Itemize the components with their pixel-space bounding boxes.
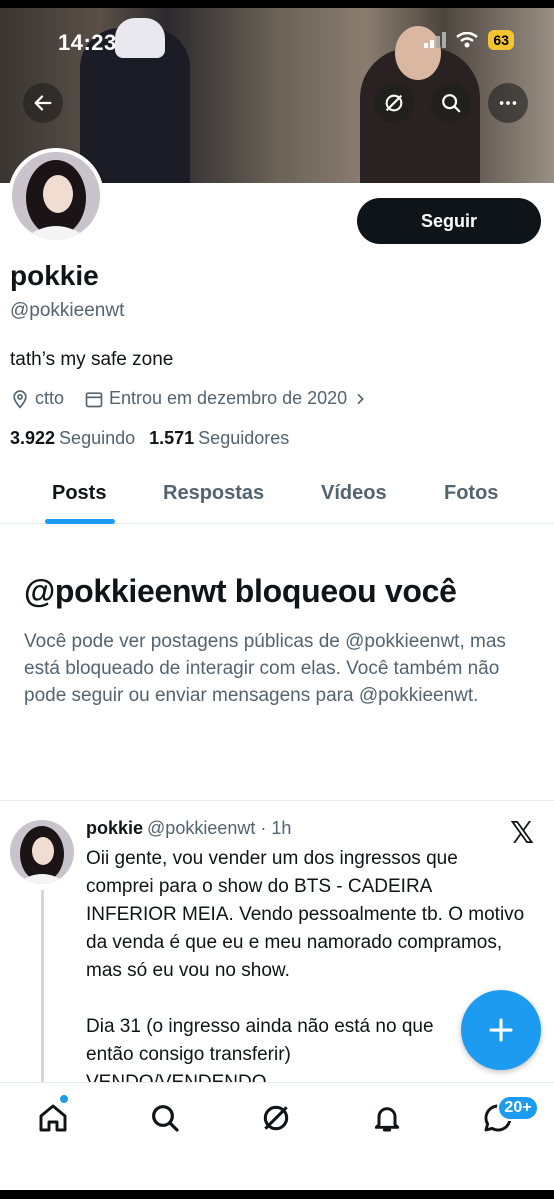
tab-photos[interactable]: Fotos	[444, 482, 498, 505]
calendar-icon	[85, 391, 103, 407]
following-link[interactable]: 3.922 Seguindo	[10, 428, 135, 449]
tab-replies[interactable]: Respostas	[163, 482, 264, 505]
back-arrow-icon	[34, 95, 52, 111]
profile-handle: @pokkieenwt	[10, 300, 125, 321]
home-icon	[39, 1104, 67, 1132]
banner-figure-hair	[115, 18, 165, 58]
following-label: Seguindo	[59, 428, 136, 448]
profile-tabs: Posts Respostas Vídeos Fotos	[0, 470, 554, 524]
tweet-avatar[interactable]	[10, 820, 74, 884]
battery-indicator: 63	[488, 30, 514, 50]
tweet-text: Oii gente, vou vender um dos ingressos q…	[86, 848, 525, 1093]
grok-icon	[263, 1105, 289, 1131]
nav-grok[interactable]	[256, 1098, 296, 1138]
tweet-author-name[interactable]: pokkie	[86, 818, 143, 838]
nav-notifications[interactable]	[367, 1098, 407, 1138]
search-icon	[442, 94, 461, 113]
tweet-avatar-image	[10, 820, 74, 884]
location: ctto	[10, 388, 64, 409]
nav-explore[interactable]	[145, 1098, 185, 1138]
back-button[interactable]	[23, 83, 63, 123]
screen: 14:23 63 Seguir pokkie @pokkieenwt tath’…	[0, 0, 554, 1199]
active-tab-indicator	[45, 519, 115, 524]
followers-label: Seguidores	[198, 428, 290, 448]
followers-count: 1.571	[149, 428, 195, 448]
thread-line	[41, 890, 44, 1085]
notifications-icon	[374, 1107, 400, 1132]
tweet-handle-time: @pokkieenwt · 1h	[147, 818, 292, 838]
profile-avatar[interactable]	[8, 148, 104, 244]
bottom-nav	[0, 1082, 554, 1190]
bottom-black-bar	[0, 1190, 554, 1199]
more-button[interactable]	[488, 83, 528, 123]
signal-icon	[424, 32, 447, 48]
status-time: 14:23	[58, 30, 117, 55]
follow-stats: 3.922 Seguindo 1.571 Seguidores	[10, 428, 289, 449]
display-name: pokkie	[10, 260, 99, 291]
home-unread-dot	[60, 1095, 68, 1103]
tab-posts[interactable]: Posts	[52, 482, 106, 505]
location-text: ctto	[35, 388, 65, 408]
blocked-title: @pokkieenwt bloqueou você	[24, 573, 457, 609]
followers-link[interactable]: 1.571 Seguidores	[149, 428, 289, 449]
more-icon	[499, 101, 517, 105]
top-black-bar	[0, 0, 554, 8]
follow-button[interactable]: Seguir	[357, 198, 541, 244]
location-icon	[13, 389, 27, 409]
tweet-header: pokkie @pokkieenwt · 1h	[86, 818, 291, 839]
profile-meta: ctto Entrou em dezembro de 2020	[10, 388, 388, 409]
search-button[interactable]	[431, 83, 471, 123]
messages-badge: 20+	[497, 1095, 539, 1121]
nav-home[interactable]	[33, 1098, 73, 1138]
joined-text: Entrou em dezembro de 2020	[109, 388, 348, 408]
tab-videos[interactable]: Vídeos	[321, 482, 387, 505]
grok-icon	[385, 94, 403, 112]
blocked-description: Você pode ver postagens públicas de @pok…	[24, 631, 506, 706]
explore-icon	[152, 1105, 179, 1132]
joined-date[interactable]: Entrou em dezembro de 2020	[84, 388, 368, 409]
plus-icon	[489, 1018, 513, 1042]
following-count: 3.922	[10, 428, 56, 448]
chevron-right-icon	[357, 393, 365, 404]
profile-bio: tath’s my safe zone	[10, 349, 174, 370]
wifi-icon	[456, 32, 479, 48]
status-icons: 63	[424, 30, 514, 50]
compose-post-button[interactable]	[461, 990, 541, 1070]
grok-button[interactable]	[374, 83, 414, 123]
divider	[0, 800, 554, 801]
avatar-image	[12, 152, 100, 240]
